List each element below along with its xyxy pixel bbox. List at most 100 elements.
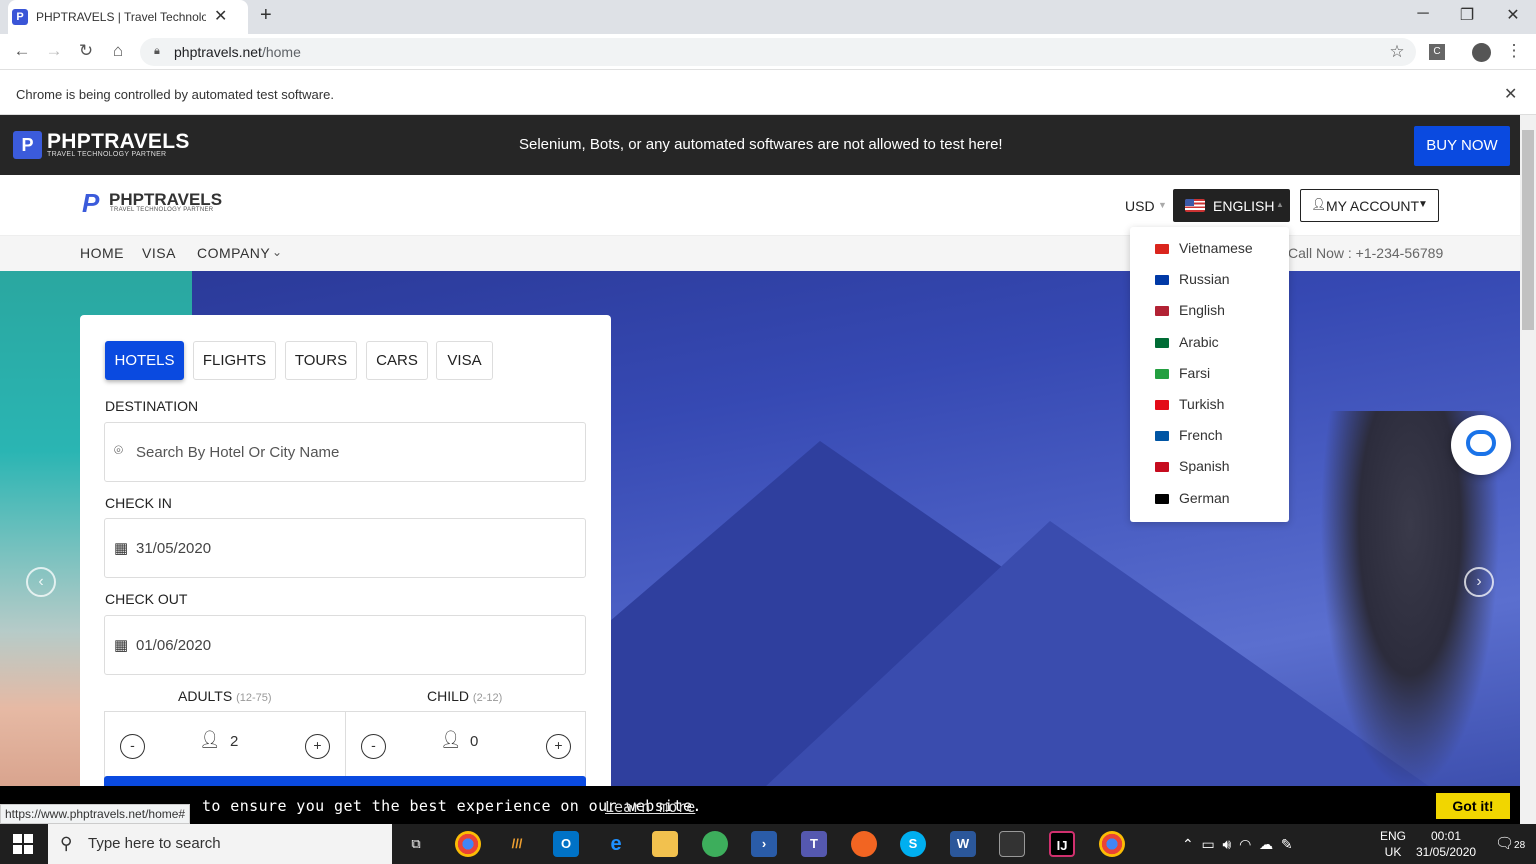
input-language[interactable]: ENG UK [1380,828,1406,860]
scrollbar-thumb[interactable] [1522,130,1534,330]
language-option-label: Farsi [1179,364,1211,381]
chat-bubble-icon [1466,430,1496,456]
windows-start-icon[interactable] [13,834,33,854]
minimize-icon[interactable]: ─ [1408,5,1438,23]
omnibox[interactable] [140,38,1416,66]
calendar-icon: ▦ [114,637,129,654]
chevron-down-icon: ⌄ [272,245,283,259]
new-tab-icon[interactable]: + [260,4,272,27]
banner-message: Selenium, Bots, or any automated softwar… [519,136,1003,153]
child-value[interactable]: 0 [470,733,478,750]
adults-value[interactable]: 2 [230,733,238,750]
sa-flag-icon [1155,337,1169,348]
checkout-label: CHECK OUT [105,591,188,607]
extension-icon[interactable]: C [1429,44,1445,60]
profile-avatar-icon[interactable] [1472,43,1491,62]
tab-visa[interactable]: VISA [436,341,493,380]
outlook-app-icon[interactable]: O [553,831,579,857]
cookie-got-it-button[interactable]: Got it! [1436,793,1510,819]
language-option-label: English [1179,302,1225,319]
slider-next-icon[interactable]: › [1464,567,1494,597]
destination-placeholder: Search By Hotel Or City Name [136,444,340,461]
site-logo-icon[interactable]: P [82,188,99,219]
language-label: ENGLISH [1213,198,1275,214]
window-close-icon[interactable]: ✕ [1498,5,1528,25]
learn-more-link[interactable]: Learn more [605,798,695,816]
adults-plus-button[interactable]: + [305,734,330,759]
slider-prev-icon[interactable]: ‹ [26,567,56,597]
terminal-app-icon[interactable] [999,831,1025,857]
lock-icon[interactable]: 🔒︎ [154,45,160,58]
tab-title: PHPTRAVELS | Travel Technology [36,10,206,24]
adults-range: (12-75) [236,692,272,704]
user-icon: 👤︎ [1311,197,1327,211]
task-view-icon[interactable]: ⧉ [403,831,429,857]
adults-minus-button[interactable]: - [120,734,145,759]
chevron-down-icon: ▼ [1418,199,1428,210]
tr-flag-icon [1155,400,1169,410]
brand-logo-icon: P [13,131,42,159]
language-option-vietnamese[interactable]: Vietnamese [1155,240,1285,260]
intellij-app-icon[interactable]: IJ [1049,831,1075,857]
language-option-label: Russian [1179,271,1230,288]
postman-app-icon[interactable] [851,831,877,857]
tab-close-icon[interactable]: ✕ [214,6,227,26]
checkout-value: 01/06/2020 [136,637,212,654]
currency-selector[interactable]: USD [1125,198,1155,214]
system-tray-icons[interactable]: ⌃ ▭ 🔊︎ ◠ ☁︎ ✎ [1182,836,1293,853]
powershell-icon[interactable]: › [751,831,777,857]
language-option-german[interactable]: German [1155,490,1285,510]
word-app-icon[interactable]: W [950,831,976,857]
taskbar-clock[interactable]: 00:01 31/05/2020 [1416,828,1476,860]
child-minus-button[interactable]: - [361,734,386,759]
tab-hotels[interactable]: HOTELS [105,341,184,380]
us-flag-icon [1155,306,1169,317]
url-text[interactable]: phptravels.net/home [174,44,301,60]
bookmark-star-icon[interactable]: ☆ [1386,42,1408,62]
infobar-close-icon[interactable]: ✕ [1504,84,1517,104]
nav-company[interactable]: COMPANY [197,245,270,261]
child-plus-button[interactable]: + [546,734,571,759]
language-option-farsi[interactable]: Farsi [1155,365,1285,385]
buy-now-button[interactable]: BUY NOW [1414,126,1510,166]
internet-explorer-icon[interactable]: e [603,831,629,857]
browser-menu-icon[interactable]: ⋮ [1503,41,1525,61]
language-option-spanish[interactable]: Spanish [1155,458,1285,478]
app-icon[interactable] [702,831,728,857]
lang-line1: ENG [1380,829,1407,843]
language-option-label: French [1179,427,1223,444]
skype-app-icon[interactable]: S [900,831,926,857]
chrome-app-icon[interactable] [1099,831,1125,857]
language-option-label: Arabic [1179,333,1219,350]
destination-label: DESTINATION [105,398,199,414]
nav-visa[interactable]: VISA [142,245,176,261]
teams-app-icon[interactable]: T [801,831,827,857]
tab-tours[interactable]: TOURS [285,341,357,380]
back-icon[interactable]: ← [11,41,33,61]
chevron-up-icon: ▲ [1276,200,1284,209]
chrome-app-icon[interactable] [455,831,481,857]
infobar-text: Chrome is being controlled by automated … [16,87,334,102]
my-account-label: MY ACCOUNT [1326,198,1420,214]
url-path: /home [261,44,301,60]
language-option-turkish[interactable]: Turkish [1155,396,1285,416]
language-option-russian[interactable]: Russian [1155,271,1285,291]
reload-icon[interactable]: ↻ [75,41,97,61]
restore-icon[interactable]: ❐ [1452,5,1482,25]
app-icon[interactable]: /// [504,831,530,857]
nav-home[interactable]: HOME [80,245,124,261]
home-icon[interactable]: ⌂ [107,41,129,61]
forward-icon[interactable]: → [43,41,65,61]
tab-flights[interactable]: FLIGHTS [193,341,276,380]
taskbar-search-placeholder: Type here to search [88,835,221,852]
search-icon: ⚲ [60,834,73,853]
status-bar-url: https://www.phptravels.net/home# [0,804,191,824]
language-option-arabic[interactable]: Arabic [1155,334,1285,354]
file-explorer-icon[interactable] [652,831,678,857]
language-option-english[interactable]: English [1155,302,1285,322]
language-option-french[interactable]: French [1155,427,1285,447]
tab-cars[interactable]: CARS [366,341,428,380]
language-option-label: Spanish [1179,458,1230,475]
adults-label-text: ADULTS [178,688,233,704]
notification-icon[interactable]: 🗨︎28 [1495,834,1525,852]
